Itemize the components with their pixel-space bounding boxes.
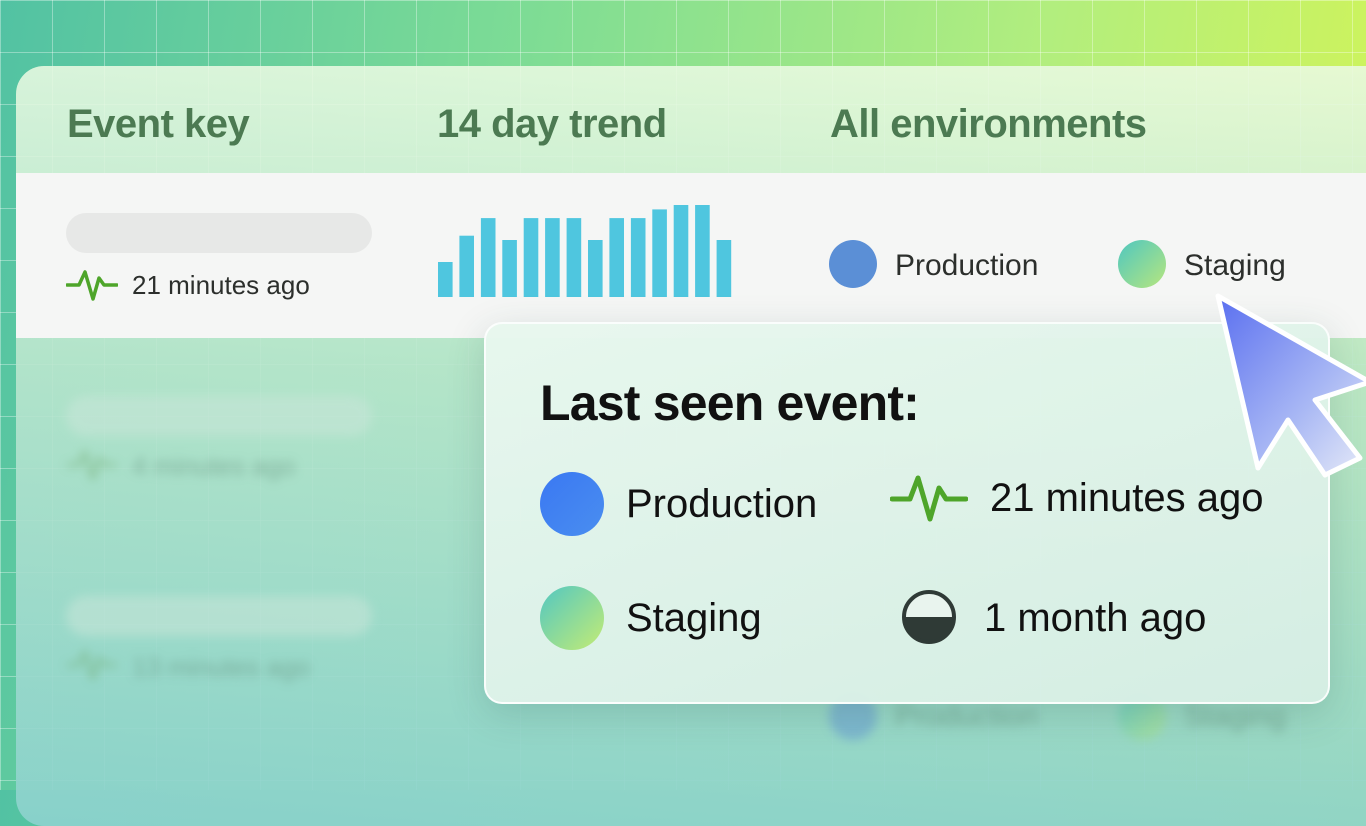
- env-label-production[interactable]: Production: [895, 249, 1038, 283]
- last-seen-time: 13 minutes ago: [132, 652, 310, 682]
- trend-bar: [716, 240, 732, 297]
- trend-bar: [630, 218, 646, 297]
- trend-bar: [438, 262, 453, 297]
- trend-bar: [523, 218, 539, 297]
- trend-bar: [588, 240, 603, 297]
- production-dot-icon: [540, 472, 604, 536]
- tooltip-title: Last seen event:: [540, 375, 920, 431]
- env-label-staging[interactable]: Staging: [1184, 700, 1286, 734]
- trend-bar: [673, 205, 689, 297]
- column-header-event-key[interactable]: Event key: [67, 102, 250, 147]
- staging-dot-icon: [1118, 240, 1166, 288]
- event-key-placeholder: [66, 396, 372, 436]
- activity-icon: [67, 650, 117, 681]
- mouse-pointer-icon: [1215, 293, 1366, 478]
- staging-dot-icon: [540, 586, 604, 650]
- column-header-trend[interactable]: 14 day trend: [437, 102, 667, 147]
- last-seen-time: 21 minutes ago: [132, 270, 310, 300]
- production-dot-icon: [829, 240, 877, 288]
- trend-bar: [652, 209, 667, 297]
- env-label-production[interactable]: Production: [895, 700, 1038, 734]
- trend-bar: [459, 235, 474, 297]
- trend-sparkline: [438, 205, 732, 297]
- trend-bar: [545, 218, 560, 297]
- column-header-environments[interactable]: All environments: [830, 102, 1147, 147]
- tooltip-time-staging: 1 month ago: [984, 596, 1207, 640]
- env-label-staging[interactable]: Staging: [1184, 249, 1286, 283]
- trend-bar: [480, 218, 496, 297]
- tooltip-env-production: Production: [626, 482, 818, 526]
- event-key-placeholder: [66, 596, 372, 636]
- trend-bar: [502, 240, 517, 297]
- half-circle-icon: [902, 590, 956, 644]
- tooltip-env-staging: Staging: [626, 596, 762, 640]
- activity-icon: [66, 270, 118, 301]
- table-header: Event key 14 day trend All environments: [16, 102, 1366, 152]
- trend-bar: [609, 218, 624, 297]
- last-seen-tooltip: Last seen event: Production 21 minutes a…: [484, 322, 1330, 704]
- tooltip-time-production: 21 minutes ago: [990, 476, 1264, 520]
- last-seen-time: 4 minutes ago: [132, 451, 296, 481]
- activity-icon: [67, 450, 117, 481]
- activity-icon: [890, 475, 968, 522]
- table-row[interactable]: 21 minutes ago Production Staging: [16, 173, 1366, 338]
- trend-bar: [695, 205, 710, 297]
- event-key-placeholder: [66, 213, 372, 253]
- trend-bar: [566, 218, 582, 297]
